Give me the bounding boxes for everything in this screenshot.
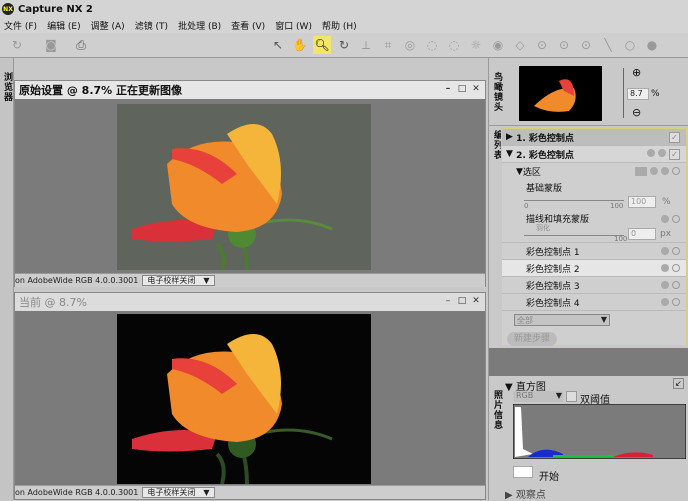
menu-view[interactable]: 查看 (V): [231, 19, 265, 32]
dual-threshold-checkbox[interactable]: [566, 391, 577, 402]
histogram-chart: [513, 404, 686, 459]
collapse-icon[interactable]: ▼: [506, 149, 516, 159]
arrow-icon[interactable]: ↖: [269, 36, 287, 54]
step-1[interactable]: ▶ 1. 彩色控制点 ✓: [502, 129, 686, 146]
zoom-icon[interactable]: 🔍︎: [313, 36, 331, 54]
crop-icon[interactable]: ⌗: [379, 36, 397, 54]
base-mask-control: 0 100 100 %: [524, 196, 671, 210]
edit-list: ▶ 1. 彩色控制点 ✓ ▼ 2. 彩色控制点 ✓ ▼ 选区 基础蒙版 0 100 1…: [501, 128, 687, 346]
eye-icon[interactable]: ◉: [489, 36, 507, 54]
minimize-icon[interactable]: –: [443, 84, 453, 94]
chevron-down-icon: ▼: [203, 488, 210, 497]
expand-icon[interactable]: ▶: [506, 132, 516, 142]
app-logo: NX: [2, 3, 14, 15]
close-icon[interactable]: ✕: [471, 84, 481, 94]
menu-file[interactable]: 文件 (F): [4, 19, 37, 32]
feather-control: 羽化 100 0 px: [502, 224, 686, 243]
menu-edit[interactable]: 编辑 (E): [47, 19, 81, 32]
menu-help[interactable]: 帮助 (H): [322, 19, 357, 32]
circle-icon[interactable]: ○: [621, 36, 639, 54]
menu-window[interactable]: 窗口 (W): [275, 19, 312, 32]
control-point-icon[interactable]: ⊙: [533, 36, 551, 54]
status-bar: on AdobeWide RGB 4.0.0.3001 电子校样关闭 ▼: [15, 485, 485, 499]
zoom-in-icon[interactable]: ⊕: [632, 66, 641, 79]
status-bar: on AdobeWide RGB 4.0.0.3001 电子校样关闭 ▼: [15, 273, 485, 287]
step-checkbox[interactable]: ✓: [669, 148, 680, 160]
menu-batch[interactable]: 批处理 (B): [178, 19, 221, 32]
photo-info-panel: 照片信息 ▼ 直方图 ↙ RGB ▼ 双阈值 开始 ▶ 观察点: [489, 376, 688, 501]
print-icon[interactable]: ⎙: [72, 36, 90, 54]
zoom-slider[interactable]: [623, 68, 624, 118]
line-icon[interactable]: ╲: [599, 36, 617, 54]
birdseye-thumbnail[interactable]: [519, 66, 602, 121]
rose-image-current: [117, 314, 371, 484]
collapse-icon[interactable]: ▼: [516, 167, 523, 177]
control-point-2-icon[interactable]: ⊙: [555, 36, 573, 54]
control-point-2[interactable]: 彩色控制点 2: [502, 260, 686, 277]
camera-icon[interactable]: ◙: [42, 36, 60, 54]
right-panel: 鸟瞰镜头 ⊕ ⊖ 8.7 % 编列表 ▶ 1. 彩色控制点 ✓ ▼ 2. 彩色控制…: [488, 58, 688, 501]
selection-row[interactable]: ▼ 选区: [502, 163, 686, 180]
lasso-icon[interactable]: ◌: [423, 36, 441, 54]
chevron-down-icon: ▼: [203, 276, 210, 285]
menu-filter[interactable]: 滤镜 (T): [135, 19, 168, 32]
red-eye-icon[interactable]: ◎: [401, 36, 419, 54]
maximize-icon[interactable]: □: [457, 296, 467, 306]
fill-icon[interactable]: ●: [643, 36, 661, 54]
feather-input[interactable]: 0: [628, 228, 656, 240]
toolbar: ↻ ◙ ⎙ ↖ ✋ 🔍︎ ↻ ⟂ ⌗ ◎ ◌ ◌ ☼ ◉ ◇ ⊙ ⊙ ⊙ ╲ ○…: [0, 33, 688, 58]
menu-adjust[interactable]: 调整 (A): [91, 19, 125, 32]
chevron-down-icon: ▼: [600, 315, 607, 324]
soft-proof-select[interactable]: 电子校样关闭 ▼: [142, 275, 215, 286]
original-image-window: 原始设置 @ 8.7% 正在更新图像 – □ ✕ on AdobeWide RGB …: [14, 80, 486, 287]
base-mask-label: 基础蒙版: [526, 183, 563, 194]
channel-select[interactable]: RGB ▼: [513, 391, 563, 402]
rotate-icon[interactable]: ↻: [8, 36, 26, 54]
lasso-2-icon[interactable]: ◌: [445, 36, 463, 54]
new-step-button[interactable]: 新建步骤: [507, 332, 557, 346]
browser-strip[interactable]: 浏览器: [0, 58, 14, 500]
hand-icon[interactable]: ✋: [291, 36, 309, 54]
window-title: 当前 @ 8.7% – □ ✕: [15, 293, 485, 311]
current-image-window: 当前 @ 8.7% – □ ✕ on AdobeWide RGB 4.0.0.300…: [14, 292, 486, 500]
straighten-icon[interactable]: ⟂: [357, 36, 375, 54]
window-title: 原始设置 @ 8.7% 正在更新图像 – □ ✕: [15, 81, 485, 99]
paint-mask-row: 描线和填充蒙版: [502, 212, 686, 225]
app-title: Capture NX 2: [18, 3, 93, 15]
zoom-out-icon[interactable]: ⊖: [632, 106, 641, 119]
watch-points-header[interactable]: ▶ 观察点: [505, 486, 546, 501]
soft-proof-select[interactable]: 电子校样关闭 ▼: [142, 487, 215, 498]
close-icon[interactable]: ✕: [471, 296, 481, 306]
rotate-tool-icon[interactable]: ↻: [335, 36, 353, 54]
minimize-icon[interactable]: –: [443, 296, 453, 306]
opacity-input[interactable]: 100: [628, 196, 656, 208]
rose-image-original: [117, 104, 371, 270]
brightness-icon[interactable]: ☼: [467, 36, 485, 54]
control-point-1[interactable]: 彩色控制点 1: [502, 243, 686, 260]
maximize-icon[interactable]: □: [457, 84, 467, 94]
control-point-3[interactable]: 彩色控制点 3: [502, 277, 686, 294]
filter-select[interactable]: 全部 ▼: [514, 314, 610, 326]
step-2[interactable]: ▼ 2. 彩色控制点 ✓: [502, 146, 686, 163]
feather-slider[interactable]: [524, 235, 624, 236]
browser-label: 浏览器: [2, 72, 12, 102]
eyedropper-icon[interactable]: ↙: [673, 378, 684, 389]
photo-info-label: 照片信息: [492, 390, 502, 430]
title-bar: NX Capture NX 2: [0, 0, 688, 18]
control-point-3-icon[interactable]: ⊙: [577, 36, 595, 54]
birdseye-panel: 鸟瞰镜头 ⊕ ⊖ 8.7 %: [489, 58, 688, 126]
control-point-4[interactable]: 彩色控制点 4: [502, 294, 686, 311]
opacity-slider[interactable]: [524, 200, 624, 201]
menu-bar: 文件 (F) 编辑 (E) 调整 (A) 滤镜 (T) 批处理 (B) 查看 (…: [0, 18, 688, 33]
step-checkbox[interactable]: ✓: [669, 131, 680, 143]
zoom-input[interactable]: 8.7: [627, 88, 649, 100]
tag-icon[interactable]: ◇: [511, 36, 529, 54]
birdseye-label: 鸟瞰镜头: [492, 72, 502, 112]
start-input[interactable]: [513, 466, 533, 478]
